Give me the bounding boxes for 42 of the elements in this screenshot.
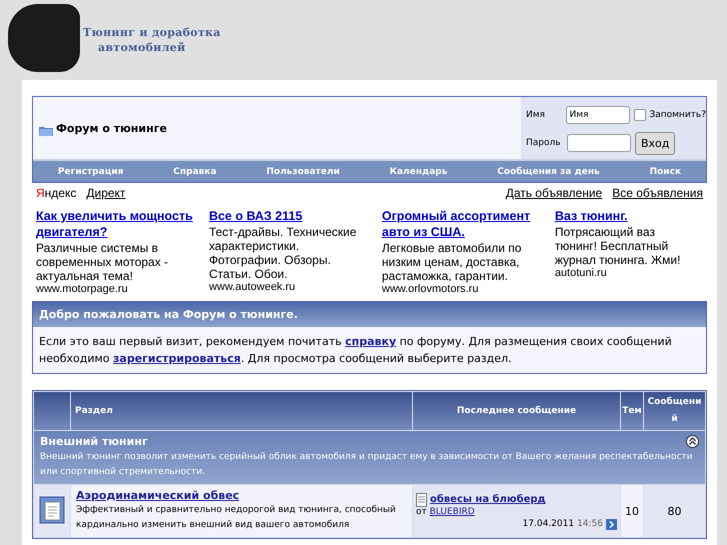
welcome-link[interactable]: зарегистрироваться [113, 352, 241, 365]
yandex-label: Яндекс [36, 186, 76, 200]
ad-link[interactable]: Все объявления [612, 186, 703, 200]
post-count: 80 [644, 485, 705, 537]
welcome-text: Если это ваш первый визит, рекомендуем почитать справку по форуму. Для размещения своих сообщений необходимо зарегистрироваться. Для просмотра сообщений выберите раздел. [38, 334, 673, 367]
post-time: 14:56 [577, 519, 603, 529]
ad-url: www.autoweek.ru [208, 281, 296, 293]
ad-text: Различные системы в современных моторах - актуальная тема! [36, 241, 170, 283]
ad-link[interactable]: Дать объявление [506, 186, 602, 200]
ad-title-link[interactable]: Ваз тюнинг. [554, 208, 695, 224]
post-date: 17.04.2011 [522, 519, 574, 529]
login-button[interactable]: Вход [635, 132, 676, 154]
ad-title-link[interactable]: Как увеличить мощность двигателя? [36, 208, 201, 240]
ad-text: Тест-драйвы. Технические характеристики. Фотографии. Обзоры. Статьи. Обои. [208, 225, 358, 281]
column-header: Раздел [71, 392, 412, 430]
direct-link[interactable]: Директ [86, 186, 126, 200]
ad-title-link[interactable]: Все о ВАЗ 2115 [208, 208, 374, 224]
logo-text: автомобилей [97, 41, 187, 54]
ad-text: Легковые автомобили по низким ценам, доставка, растаможка, гарантии. [382, 241, 522, 283]
category-description: Внешний тюнинг позволит изменить серийный облик автомобиля и придаст ему в зависимости от Вашего желания респектабельности или спортивной стремительности. [40, 451, 694, 479]
name-input[interactable]: Имя [566, 106, 630, 124]
remember-label: Запомнить? [649, 110, 706, 120]
author-link[interactable]: BLUEBIRD [430, 506, 475, 516]
forum-title-link[interactable]: Аэродинамический обвес [76, 489, 240, 502]
column-header: Последнее сообщение [413, 392, 620, 430]
welcome-title: Добро пожаловать на Форум о тюнинге. [33, 302, 706, 327]
forum-title: Форум о тюнинге [56, 122, 167, 134]
last-post-link[interactable]: обвесы на блюберд [430, 494, 546, 505]
column-header: Тем [621, 392, 643, 430]
ad-text: Потрясающий ваз тюнинг! Бесплатный журнал тюнинга. Жми! [554, 225, 682, 267]
logo-text: Тюнинг и доработка [83, 26, 221, 39]
ad-title-link[interactable]: Огромный ассортимент авто из США. [382, 208, 547, 240]
thread-count: 10 [621, 485, 643, 537]
forum-description: Эффективный и сравнительно недорогой вид тюнинга, способный кардинально изменить внешний вид вашего автомобиля [76, 504, 397, 532]
ad-url: autotuni.ru [554, 267, 608, 279]
name-label: Имя [526, 110, 546, 120]
password-label: Пароль [526, 138, 562, 148]
column-header: Сообщений [644, 392, 705, 430]
ad-url: www.orlovmotors.ru [382, 283, 480, 295]
ad-url: www.motorpage.ru [36, 283, 129, 295]
by-label: от [416, 506, 427, 516]
welcome-link[interactable]: справку [345, 335, 396, 348]
